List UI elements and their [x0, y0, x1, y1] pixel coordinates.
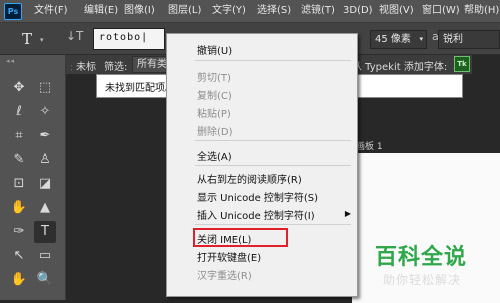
- chevron-down-icon[interactable]: ▾: [40, 36, 44, 44]
- chevron-down-icon[interactable]: ▾: [419, 31, 423, 48]
- menu-item-close-ime[interactable]: 关闭 IME(L): [197, 231, 251, 246]
- watermark-title: 百科全说: [375, 245, 468, 270]
- menu-separator: [195, 60, 351, 61]
- gradient-tool-icon[interactable]: ▲: [34, 197, 56, 219]
- menu-item-select-all[interactable]: 全选(A): [197, 148, 232, 163]
- menu-select[interactable]: 选择(S): [257, 0, 291, 22]
- menu-image[interactable]: 图像(I): [124, 0, 155, 22]
- anti-alias-value: 锐利: [443, 34, 463, 45]
- hand-tool-icon[interactable]: ✋: [8, 269, 30, 291]
- font-family-input[interactable]: rotobo|: [93, 28, 165, 50]
- menu-item-rtl-reading[interactable]: 从右到左的阅读顺序(R): [197, 171, 302, 186]
- history-brush-tool-icon[interactable]: ◪: [34, 173, 56, 195]
- context-menu: 撤销(U) 剪切(T) 复制(C) 粘贴(P) 删除(D) 全选(A) 从右到左…: [166, 33, 358, 297]
- untitled-label: 未标: [76, 62, 96, 73]
- blur-tool-icon[interactable]: ✑: [8, 221, 30, 243]
- menu-layer[interactable]: 图层(L): [168, 0, 201, 22]
- menu-item-undo[interactable]: 撤销(U): [197, 42, 232, 57]
- menu-help[interactable]: 帮助(H): [464, 0, 499, 22]
- tools-panel: ◂◂ ✥ ⬚ ℓ ✧ ⌗ ✒ ✎ ♙ ⊡ ◪ ✋ ▲ ✑ T ↖ ▭ ✋ 🔍: [0, 55, 66, 300]
- menu-type[interactable]: 文字(Y): [212, 0, 246, 22]
- menu-view[interactable]: 视图(V): [379, 0, 414, 22]
- menu-filter[interactable]: 滤镜(T): [301, 0, 335, 22]
- rectangle-tool-icon[interactable]: ▭: [34, 245, 56, 267]
- font-size-field[interactable]: 45 像素 ▾: [370, 30, 427, 49]
- no-match-message: 未找到匹配项。: [105, 83, 175, 94]
- quick-select-tool-icon[interactable]: ✧: [34, 101, 56, 123]
- text-orientation-icon[interactable]: ↓T: [66, 29, 83, 43]
- menu-item-delete: 删除(D): [197, 127, 233, 138]
- menu-item-show-unicode[interactable]: 显示 Unicode 控制字符(S): [197, 189, 318, 204]
- path-select-tool-icon[interactable]: ↖: [8, 245, 30, 267]
- menu-item-cut: 剪切(T): [197, 73, 231, 84]
- menu-item-reconvert: 汉字重选(R): [197, 271, 252, 282]
- filter-label: 筛选:: [104, 62, 128, 73]
- marquee-tool-icon[interactable]: ⬚: [34, 77, 56, 99]
- zoom-tool-icon[interactable]: 🔍: [34, 269, 56, 291]
- submenu-arrow-icon: ▶: [344, 209, 351, 218]
- type-tool-preset-icon[interactable]: T: [22, 30, 32, 48]
- menu-separator: [195, 165, 351, 166]
- crop-tool-icon[interactable]: ⌗: [8, 125, 30, 147]
- menu-item-insert-unicode[interactable]: 插入 Unicode 控制字符(I): [197, 207, 315, 222]
- menu-bar: Ps 文件(F) 编辑(E) 图像(I) 图层(L) 文字(Y) 选择(S) 滤…: [0, 0, 500, 23]
- artboard-label[interactable]: 画板 1: [356, 139, 383, 152]
- stamp-tool-icon[interactable]: ⊡: [8, 173, 30, 195]
- eyedropper-tool-icon[interactable]: ✒: [34, 125, 56, 147]
- font-size-value: 45 像素: [375, 34, 411, 45]
- watermark-subtitle: 助你轻松解决: [383, 273, 462, 287]
- eraser-tool-icon[interactable]: ✋: [8, 197, 30, 219]
- font-class-filter-value: 所有类: [137, 59, 167, 70]
- menu-window[interactable]: 窗口(W): [422, 0, 460, 22]
- brush-tool-icon[interactable]: ♙: [34, 149, 56, 171]
- menu-separator: [195, 140, 351, 141]
- menu-separator: [195, 224, 351, 225]
- menu-3d[interactable]: 3D(D): [343, 0, 373, 22]
- menu-item-copy: 复制(C): [197, 91, 232, 102]
- typekit-add-label: 从 Typekit 添加字体:: [352, 62, 448, 73]
- panel-collapse-icon[interactable]: ◂◂: [6, 57, 15, 65]
- move-tool-icon[interactable]: ✥: [8, 77, 30, 99]
- menu-file[interactable]: 文件(F): [34, 0, 68, 22]
- menu-item-paste: 粘贴(P): [197, 109, 231, 120]
- typekit-icon[interactable]: Tk: [454, 56, 470, 72]
- font-family-input-value: rotobo|: [99, 32, 149, 43]
- anti-alias-select[interactable]: 锐利: [438, 30, 500, 49]
- menu-item-soft-keyboard[interactable]: 打开软键盘(E): [197, 249, 261, 264]
- lasso-tool-icon[interactable]: ℓ: [8, 101, 30, 123]
- menu-edit[interactable]: 编辑(E): [84, 0, 118, 22]
- healing-brush-tool-icon[interactable]: ✎: [8, 149, 30, 171]
- type-tool-icon[interactable]: T: [34, 221, 56, 243]
- photoshop-logo: Ps: [4, 3, 22, 20]
